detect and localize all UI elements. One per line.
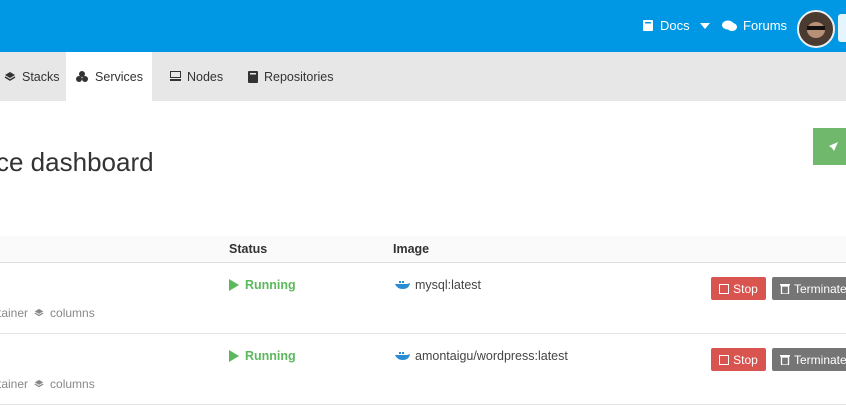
play-icon <box>229 279 239 291</box>
docs-menu[interactable]: Docs <box>642 18 710 33</box>
status-text: Running <box>245 349 296 363</box>
tab-label: Services <box>95 69 143 84</box>
forums-link[interactable]: Forums <box>722 18 787 33</box>
table-row: Running amontaigu/wordpress:latest taine… <box>0 334 846 405</box>
table-row: Running mysql:latest tainer columns Stop… <box>0 263 846 334</box>
play-icon <box>229 350 239 362</box>
tab-services[interactable]: Services <box>66 52 152 101</box>
stop-icon <box>719 283 730 294</box>
stack-icon <box>34 379 44 388</box>
page-title: ce dashboard <box>0 147 154 178</box>
status-badge: Running <box>229 349 296 363</box>
docs-label: Docs <box>660 18 690 33</box>
server-icon <box>170 71 181 81</box>
docker-icon <box>395 352 410 360</box>
status-text: Running <box>245 278 296 292</box>
stack-icon <box>4 71 16 81</box>
services-icon <box>76 70 89 82</box>
book-icon <box>248 70 258 83</box>
table-header: Status Image <box>0 236 846 263</box>
container-label: tainer <box>0 377 29 391</box>
tab-repositories[interactable]: Repositories <box>248 52 333 101</box>
image-name: mysql:latest <box>415 278 481 292</box>
stop-button[interactable]: Stop <box>711 277 766 300</box>
comments-icon <box>722 20 737 31</box>
terminate-button[interactable]: Terminate <box>772 277 846 300</box>
forums-label: Forums <box>743 18 788 33</box>
tab-label: Nodes <box>187 69 224 84</box>
tab-bar: Stacks Services Nodes Repositories <box>0 52 846 101</box>
trash-icon <box>780 355 790 365</box>
docker-icon <box>395 281 410 289</box>
image-cell[interactable]: mysql:latest <box>395 278 481 292</box>
tab-label: Stacks <box>22 69 60 84</box>
stop-label: Stop <box>733 352 758 367</box>
caret-down-icon <box>699 22 710 29</box>
rocket-icon <box>829 141 838 151</box>
image-name: amontaigu/wordpress:latest <box>415 349 568 363</box>
container-label: tainer <box>0 306 29 320</box>
book-icon <box>643 20 653 31</box>
stack-label[interactable]: columns <box>50 377 95 391</box>
image-column-header: Image <box>393 242 430 256</box>
stop-label: Stop <box>733 281 758 296</box>
deploy-button[interactable] <box>813 128 846 165</box>
stop-icon <box>719 354 730 365</box>
image-cell[interactable]: amontaigu/wordpress:latest <box>395 349 568 363</box>
trash-icon <box>780 284 790 294</box>
stack-label[interactable]: columns <box>50 306 95 320</box>
stack-icon <box>34 308 44 317</box>
terminate-label: Terminate <box>794 352 846 367</box>
tab-stacks[interactable]: Stacks <box>0 52 68 101</box>
status-badge: Running <box>229 278 296 292</box>
row-meta: tainer columns <box>0 306 95 320</box>
stop-button[interactable]: Stop <box>711 348 766 371</box>
user-menu-icon[interactable] <box>838 14 846 42</box>
tab-label: Repositories <box>264 69 334 84</box>
terminate-label: Terminate <box>794 281 846 296</box>
top-nav-bar: ‹ Docs Forums <box>0 0 846 52</box>
terminate-button[interactable]: Terminate <box>772 348 846 371</box>
row-meta: tainer columns <box>0 377 95 391</box>
status-column-header: Status <box>229 242 268 256</box>
tab-nodes[interactable]: Nodes <box>170 52 223 101</box>
user-avatar[interactable] <box>797 10 835 48</box>
